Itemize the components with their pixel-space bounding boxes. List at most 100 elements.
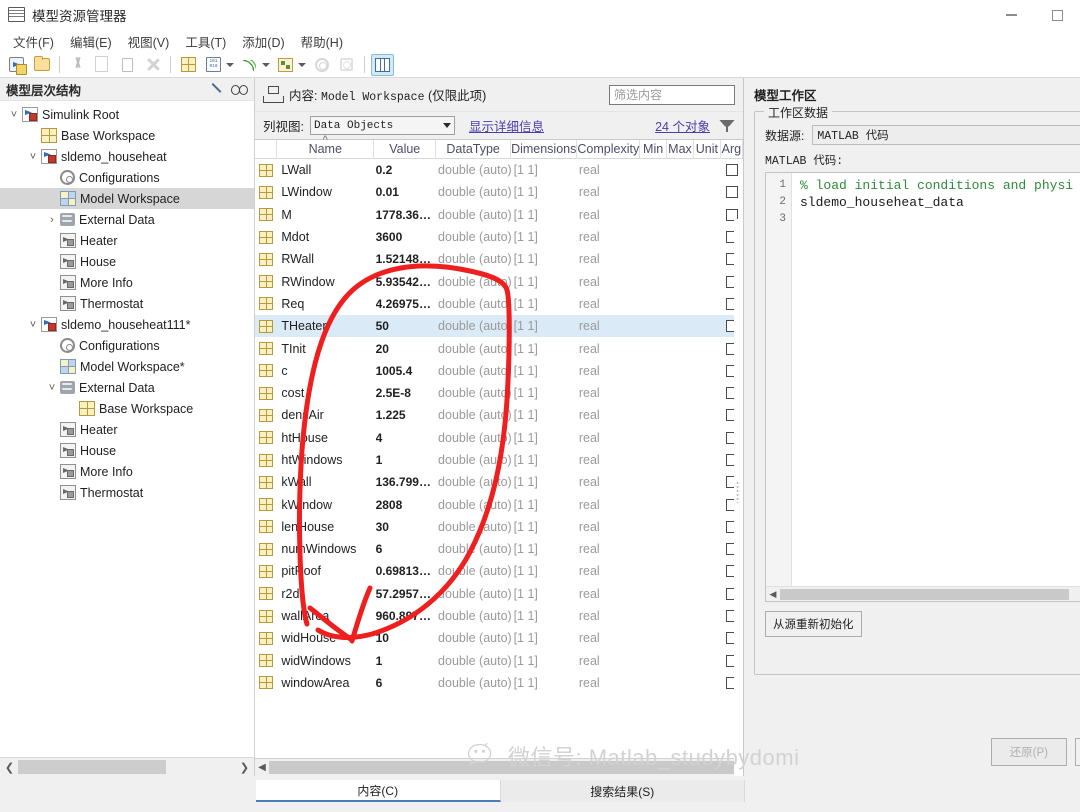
table-row[interactable]: htHouse 4 double (auto) [1 1] real — [255, 427, 743, 449]
cell-max[interactable] — [667, 449, 694, 471]
cell-value[interactable]: 1 — [376, 449, 438, 471]
tree-item-sldemo-househeat111[interactable]: ˅ sldemo_househeat111* — [0, 314, 254, 335]
table-row[interactable]: TInit 20 double (auto) [1 1] real — [255, 337, 743, 359]
maximize-button[interactable] — [1034, 0, 1080, 30]
cell-unit[interactable] — [694, 337, 721, 359]
tree-item-house[interactable]: House — [0, 440, 254, 461]
cell-value[interactable]: 4.26975… — [376, 293, 438, 315]
cell-value[interactable]: 1.52148… — [376, 248, 438, 270]
cell-dimensions[interactable]: [1 1] — [514, 538, 579, 560]
tree-item-configurations[interactable]: Configurations — [0, 167, 254, 188]
cell-dimensions[interactable]: [1 1] — [514, 560, 579, 582]
cell-max[interactable] — [667, 248, 694, 270]
cell-max[interactable] — [667, 560, 694, 582]
cell-complexity[interactable]: real — [579, 516, 640, 538]
column-header-arg[interactable]: Arg — [721, 139, 744, 159]
tree-item-thermostat[interactable]: Thermostat — [0, 293, 254, 314]
matlab-code-editor[interactable]: 1 2 3 % load initial conditions and phys… — [765, 172, 1080, 602]
cell-complexity[interactable]: real — [579, 449, 640, 471]
scroll-track[interactable] — [18, 760, 236, 774]
cell-max[interactable] — [667, 538, 694, 560]
scroll-right-arrow[interactable]: ❯ — [236, 761, 253, 774]
cell-datatype[interactable]: double (auto) — [438, 449, 514, 471]
data-source-select[interactable]: MATLAB 代码 — [812, 125, 1080, 145]
menu-help[interactable]: 帮助(H) — [296, 30, 354, 53]
cell-min[interactable] — [639, 471, 666, 493]
cell-min[interactable] — [639, 293, 666, 315]
cell-unit[interactable] — [694, 449, 721, 471]
table-row[interactable]: RWall 1.52148… double (auto) [1 1] real — [255, 248, 743, 270]
cell-min[interactable] — [639, 181, 666, 203]
cell-unit[interactable] — [694, 650, 721, 672]
chevron-right-icon[interactable]: › — [44, 214, 60, 226]
table-row[interactable]: THeater 50 double (auto) [1 1] real — [255, 315, 743, 338]
edit-button[interactable] — [208, 80, 229, 99]
cell-dimensions[interactable]: [1 1] — [514, 270, 579, 292]
left-horizontal-scrollbar[interactable]: ❮ ❯ — [0, 757, 254, 776]
cell-unit[interactable] — [694, 226, 721, 248]
funnel-icon[interactable] — [719, 119, 735, 133]
cell-unit[interactable] — [694, 382, 721, 404]
cell-complexity[interactable]: real — [579, 627, 640, 649]
cell-max[interactable] — [667, 270, 694, 292]
table-row[interactable]: htWindows 1 double (auto) [1 1] real — [255, 449, 743, 471]
cell-complexity[interactable]: real — [579, 427, 640, 449]
cell-unit[interactable] — [694, 159, 721, 181]
menu-add[interactable]: 添加(D) — [237, 30, 295, 53]
table-row[interactable]: LWindow 0.01 double (auto) [1 1] real — [255, 181, 743, 203]
cell-min[interactable] — [639, 270, 666, 292]
add-hierarchy-button[interactable] — [274, 54, 297, 76]
cell-unit[interactable] — [694, 493, 721, 515]
cell-complexity[interactable]: real — [579, 583, 640, 605]
chevron-down-icon[interactable]: ˅ — [25, 319, 41, 331]
cell-value[interactable]: 20 — [376, 337, 438, 359]
cell-min[interactable] — [639, 493, 666, 515]
cell-dimensions[interactable]: [1 1] — [514, 427, 579, 449]
cell-unit[interactable] — [694, 672, 721, 694]
tree-item-heater[interactable]: Heater — [0, 230, 254, 251]
cell-max[interactable] — [667, 159, 694, 181]
cell-datatype[interactable]: double (auto) — [438, 583, 514, 605]
cell-dimensions[interactable]: [1 1] — [514, 226, 579, 248]
cell-value[interactable]: 1.225 — [376, 404, 438, 426]
cell-dimensions[interactable]: [1 1] — [514, 605, 579, 627]
cell-datatype[interactable]: double (auto) — [438, 337, 514, 359]
menu-tools[interactable]: 工具(T) — [180, 30, 237, 53]
cell-complexity[interactable]: real — [579, 204, 640, 226]
table-row[interactable]: M 1778.36… double (auto) [1 1] real — [255, 204, 743, 226]
tree-item-base-workspace[interactable]: Base Workspace — [0, 125, 254, 146]
cell-complexity[interactable]: real — [579, 672, 640, 694]
code-text[interactable]: % load initial conditions and physi slde… — [792, 173, 1080, 586]
tree-item-thermostat[interactable]: Thermostat — [0, 482, 254, 503]
code-area[interactable]: 1 2 3 % load initial conditions and phys… — [766, 173, 1080, 586]
cell-datatype[interactable]: double (auto) — [438, 360, 514, 382]
table-row[interactable]: pitRoof 0.69813… double (auto) [1 1] real — [255, 560, 743, 582]
cell-dimensions[interactable]: [1 1] — [514, 627, 579, 649]
cut-button[interactable] — [66, 54, 89, 76]
table-row[interactable]: cost 2.5E-8 double (auto) [1 1] real — [255, 382, 743, 404]
filter-input[interactable]: 筛选内容 — [609, 84, 735, 105]
cell-max[interactable] — [667, 605, 694, 627]
cell-max[interactable] — [667, 404, 694, 426]
cell-datatype[interactable]: double (auto) — [438, 404, 514, 426]
cell-value[interactable]: 5.93542… — [376, 270, 438, 292]
cell-unit[interactable] — [694, 471, 721, 493]
settings-button[interactable] — [335, 54, 358, 76]
cell-dimensions[interactable]: [1 1] — [514, 471, 579, 493]
scroll-track-2[interactable] — [269, 761, 743, 774]
cell-unit[interactable] — [694, 560, 721, 582]
cell-unit[interactable] — [694, 627, 721, 649]
cell-value[interactable]: 1 — [376, 650, 438, 672]
cell-min[interactable] — [639, 226, 666, 248]
cell-max[interactable] — [667, 293, 694, 315]
menu-edit[interactable]: 编辑(E) — [65, 30, 123, 53]
columns-button[interactable] — [371, 53, 394, 76]
scroll-left-arrow[interactable]: ❮ — [1, 761, 18, 774]
add-signal-button[interactable] — [238, 54, 261, 76]
cell-complexity[interactable]: real — [579, 360, 640, 382]
tree-item-configurations[interactable]: Configurations — [0, 335, 254, 356]
configuration-button[interactable] — [310, 54, 333, 76]
scroll-thumb[interactable] — [18, 760, 167, 774]
cell-min[interactable] — [639, 583, 666, 605]
cell-dimensions[interactable]: [1 1] — [514, 449, 579, 471]
